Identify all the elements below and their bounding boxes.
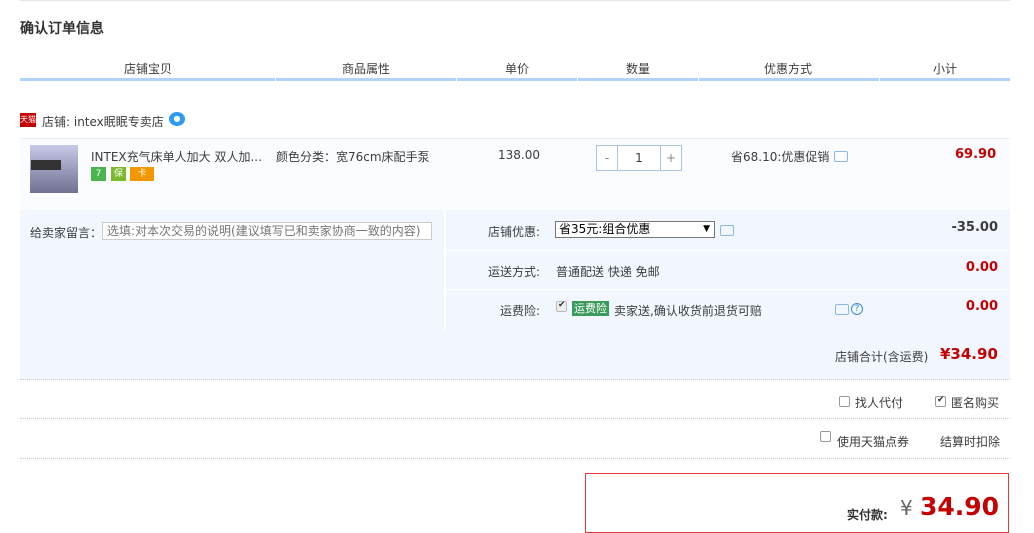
seven-day-return-icon: 7 <box>91 167 106 181</box>
divider <box>20 458 1010 459</box>
discount-comment-icon[interactable] <box>720 225 734 236</box>
help-icon[interactable]: ? <box>851 303 863 315</box>
shop-discount-selected: 省35元:组合优惠 <box>559 222 651 236</box>
top-divider <box>20 0 1010 1</box>
page-title: 确认订单信息 <box>20 21 104 37</box>
product-thumbnail-detail <box>31 160 61 170</box>
header-bar <box>20 78 1010 81</box>
shop-discount-label: 店铺优惠: <box>487 225 540 239</box>
seller-message-input[interactable] <box>102 222 432 240</box>
deduct-note: 结算时扣除 <box>940 435 1001 449</box>
quantity-increase-button[interactable]: + <box>660 146 681 170</box>
payment-amount: 34.90 <box>920 492 1000 521</box>
shop-discount-amount: -35.00 <box>951 220 998 235</box>
header-discount: 优惠方式 <box>764 62 813 76</box>
chevron-down-icon: ▼ <box>703 224 710 234</box>
header-subtotal: 小计 <box>933 62 958 76</box>
payment-label: 实付款: <box>847 508 888 522</box>
shipping-amount: 0.00 <box>965 260 998 275</box>
shop-total-value: ¥34.90 <box>940 345 998 363</box>
header-shop-item: 店铺宝贝 <box>124 62 173 76</box>
product-sku: 颜色分类：宽76cm床配手泵 <box>276 150 430 164</box>
payment-currency: ¥ <box>900 496 913 520</box>
proxy-pay-label[interactable]: 找人代付 <box>855 394 903 411</box>
divider <box>446 250 1010 251</box>
shipping-label: 运送方式: <box>487 265 540 279</box>
tmall-points-checkbox[interactable] <box>820 431 831 442</box>
header-unit-price: 单价 <box>505 62 530 76</box>
unit-price: 138.00 <box>498 148 540 162</box>
shop-discount-select[interactable]: 省35元:组合优惠 ▼ <box>555 221 715 238</box>
tmall-logo-icon: 天猫 <box>20 113 36 127</box>
seller-message-label: 给卖家留言： <box>30 226 103 240</box>
quantity-stepper: - + <box>596 145 682 171</box>
guarantee-icon: 保 <box>111 167 126 181</box>
item-subtotal: 69.90 <box>955 147 997 162</box>
divider <box>446 289 1010 290</box>
shipping-method: 普通配送 快递 免邮 <box>556 265 660 279</box>
quantity-input[interactable] <box>618 146 660 170</box>
divider <box>20 418 1010 419</box>
anonymous-purchase-label[interactable]: 匿名购买 <box>951 394 999 411</box>
shop-name-link[interactable]: 店铺: intex眠眠专卖店 <box>42 113 164 130</box>
insurance-description: 卖家送,确认收货前退货可赔 <box>614 304 762 318</box>
insurance-checkbox[interactable] <box>556 300 567 312</box>
header-attributes: 商品属性 <box>342 62 391 76</box>
header-quantity: 数量 <box>626 62 651 76</box>
wangwang-chat-icon[interactable]: ● <box>169 112 185 126</box>
proxy-pay-checkbox[interactable] <box>839 396 850 407</box>
insurance-badge: 运费险 <box>572 301 609 316</box>
anonymous-purchase-checkbox[interactable] <box>935 395 946 407</box>
insurance-label: 运费险: <box>499 304 540 318</box>
product-title-link[interactable]: INTEX充气床单人加大 双人加... <box>91 148 266 165</box>
tmall-points-label[interactable]: 使用天猫点券 <box>837 433 909 450</box>
insurance-comment-icon[interactable] <box>835 304 849 315</box>
insurance-amount: 0.00 <box>965 299 998 314</box>
promotion-comment-icon[interactable] <box>834 151 848 162</box>
quantity-decrease-button[interactable]: - <box>597 146 618 170</box>
promotion-text: 省68.10:优惠促销 <box>731 150 830 164</box>
credit-card-icon: 卡 <box>130 167 154 181</box>
shop-total-label: 店铺合计(含运费) <box>835 350 929 364</box>
